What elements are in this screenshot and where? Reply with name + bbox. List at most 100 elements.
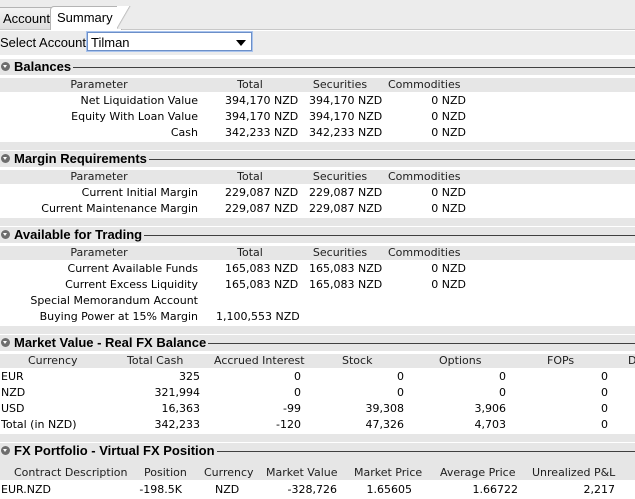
section-balances-header[interactable]: Balances — [0, 59, 635, 75]
col-total-cash: Total Cash — [127, 354, 184, 367]
col-securities: Securities — [312, 246, 368, 259]
table-row: Current Initial Margin 229,087 NZD 229,0… — [0, 185, 635, 201]
row-currency: EUR — [1, 370, 24, 383]
col-contract-description: Contract Description — [14, 466, 128, 479]
row-accrued-interest: 0 — [294, 370, 301, 383]
account-dropdown[interactable]: Tilman — [87, 32, 252, 51]
row-parameter: Special Memorandum Account — [30, 294, 198, 307]
row-total: 165,083 NZD — [225, 278, 299, 291]
collapse-icon[interactable] — [1, 446, 10, 455]
section-gap — [0, 434, 635, 442]
row-market-price: 1.65605 — [366, 483, 413, 496]
tab-bar: Account Summary — [0, 0, 635, 30]
row-fops: 0 — [601, 386, 608, 399]
row-securities: 394,170 NZD — [309, 94, 383, 107]
col-fops: FOPs — [547, 354, 575, 367]
collapse-icon[interactable] — [1, 338, 10, 347]
section-available-header[interactable]: Available for Trading — [0, 227, 635, 243]
section-gap — [0, 142, 635, 150]
row-accrued-interest: -120 — [276, 418, 301, 431]
table-row: Current Excess Liquidity 165,083 NZD 165… — [0, 277, 635, 293]
col-commodities: Commodities — [388, 170, 461, 183]
row-commodities: 0 NZD — [431, 262, 466, 275]
col-total: Total — [237, 78, 263, 91]
col-currency: Currency — [28, 354, 78, 367]
col-unrealized-pnl: Unrealized P&L — [532, 466, 616, 479]
section-title: Balances — [14, 59, 74, 75]
section-gap — [0, 459, 635, 466]
select-account-label: Select Account — [0, 35, 86, 50]
row-securities: 165,083 NZD — [309, 278, 383, 291]
section-market-value-header[interactable]: Market Value - Real FX Balance — [0, 335, 635, 351]
row-fops: 0 — [601, 418, 608, 431]
col-market-value: Market Value — [266, 466, 338, 479]
row-currency: NZD — [1, 386, 26, 399]
row-parameter: Net Liquidation Value — [80, 94, 199, 107]
row-parameter: Current Initial Margin — [81, 186, 198, 199]
table-row: Net Liquidation Value 394,170 NZD 394,17… — [0, 93, 635, 109]
row-commodities: 0 NZD — [431, 110, 466, 123]
row-options: 4,703 — [474, 418, 507, 431]
collapse-icon[interactable] — [1, 230, 10, 239]
section-fx-portfolio-header[interactable]: FX Portfolio - Virtual FX Position — [0, 443, 635, 459]
section-title: Available for Trading — [14, 227, 145, 243]
row-average-price: 1.66722 — [472, 483, 519, 496]
collapse-icon[interactable] — [1, 154, 10, 163]
row-total: 229,087 NZD — [225, 202, 299, 215]
table-row[interactable]: EUR.NZD -198.5K NZD -328,726 1.65605 1.6… — [0, 482, 635, 498]
col-parameter: Parameter — [70, 246, 128, 259]
row-total: 394,170 NZD — [225, 110, 299, 123]
row-securities: 229,087 NZD — [309, 186, 383, 199]
col-commodities: Commodities — [388, 246, 461, 259]
row-currency: USD — [1, 402, 25, 415]
row-parameter: Buying Power at 15% Margin — [39, 310, 198, 323]
col-average-price: Average Price — [440, 466, 516, 479]
chevron-down-icon[interactable] — [236, 40, 246, 46]
row-options: 0 — [499, 370, 506, 383]
row-market-value: -328,726 — [287, 483, 337, 496]
row-securities: 229,087 NZD — [309, 202, 383, 215]
col-total: Total — [237, 246, 263, 259]
row-total: 394,170 NZD — [225, 94, 299, 107]
section-divider — [14, 67, 635, 68]
col-position: Position — [144, 466, 187, 479]
section-margin-header[interactable]: Margin Requirements — [0, 151, 635, 167]
col-securities: Securities — [312, 170, 368, 183]
table-row: Buying Power at 15% Margin 1,100,553 NZD — [0, 309, 635, 325]
col-securities: Securities — [312, 78, 368, 91]
row-stock: 47,326 — [365, 418, 405, 431]
section-title: Margin Requirements — [14, 151, 149, 167]
row-parameter: Current Excess Liquidity — [65, 278, 198, 291]
table-row: Equity With Loan Value 394,170 NZD 394,1… — [0, 109, 635, 125]
row-commodities: 0 NZD — [431, 202, 466, 215]
row-commodities: 0 NZD — [431, 126, 466, 139]
col-commodities: Commodities — [388, 78, 461, 91]
margin-column-header: Parameter Total Securities Commodities — [0, 170, 635, 184]
row-currency: NZD — [215, 483, 240, 496]
collapse-icon[interactable] — [1, 62, 10, 71]
row-options: 0 — [499, 386, 506, 399]
table-row: Special Memorandum Account — [0, 293, 635, 309]
balances-column-header: Parameter Total Securities Commodities — [0, 78, 635, 92]
table-row: EUR 325 0 0 0 0 — [0, 369, 635, 385]
row-securities: 394,170 NZD — [309, 110, 383, 123]
row-stock: 39,308 — [365, 402, 405, 415]
row-total: 165,083 NZD — [225, 262, 299, 275]
row-parameter: Current Available Funds — [67, 262, 198, 275]
col-total: Total — [237, 170, 263, 183]
table-row: USD 16,363 -99 39,308 3,906 0 — [0, 401, 635, 417]
tab-summary[interactable]: Summary — [50, 6, 131, 30]
table-row: Current Available Funds 165,083 NZD 165,… — [0, 261, 635, 277]
col-parameter: Parameter — [70, 170, 128, 183]
account-select-row: Select Account Tilman — [0, 31, 635, 55]
row-total: 342,233 NZD — [225, 126, 299, 139]
section-gap — [0, 218, 635, 226]
row-commodities: 0 NZD — [431, 278, 466, 291]
row-total: 1,100,553 NZD — [216, 310, 300, 323]
row-total-cash: 325 — [179, 370, 200, 383]
row-accrued-interest: -99 — [283, 402, 301, 415]
table-row: Cash 342,233 NZD 342,233 NZD 0 NZD — [0, 125, 635, 141]
table-row: Current Maintenance Margin 229,087 NZD 2… — [0, 201, 635, 217]
row-contract-description: EUR.NZD — [1, 483, 51, 496]
available-column-header: Parameter Total Securities Commodities — [0, 246, 635, 260]
